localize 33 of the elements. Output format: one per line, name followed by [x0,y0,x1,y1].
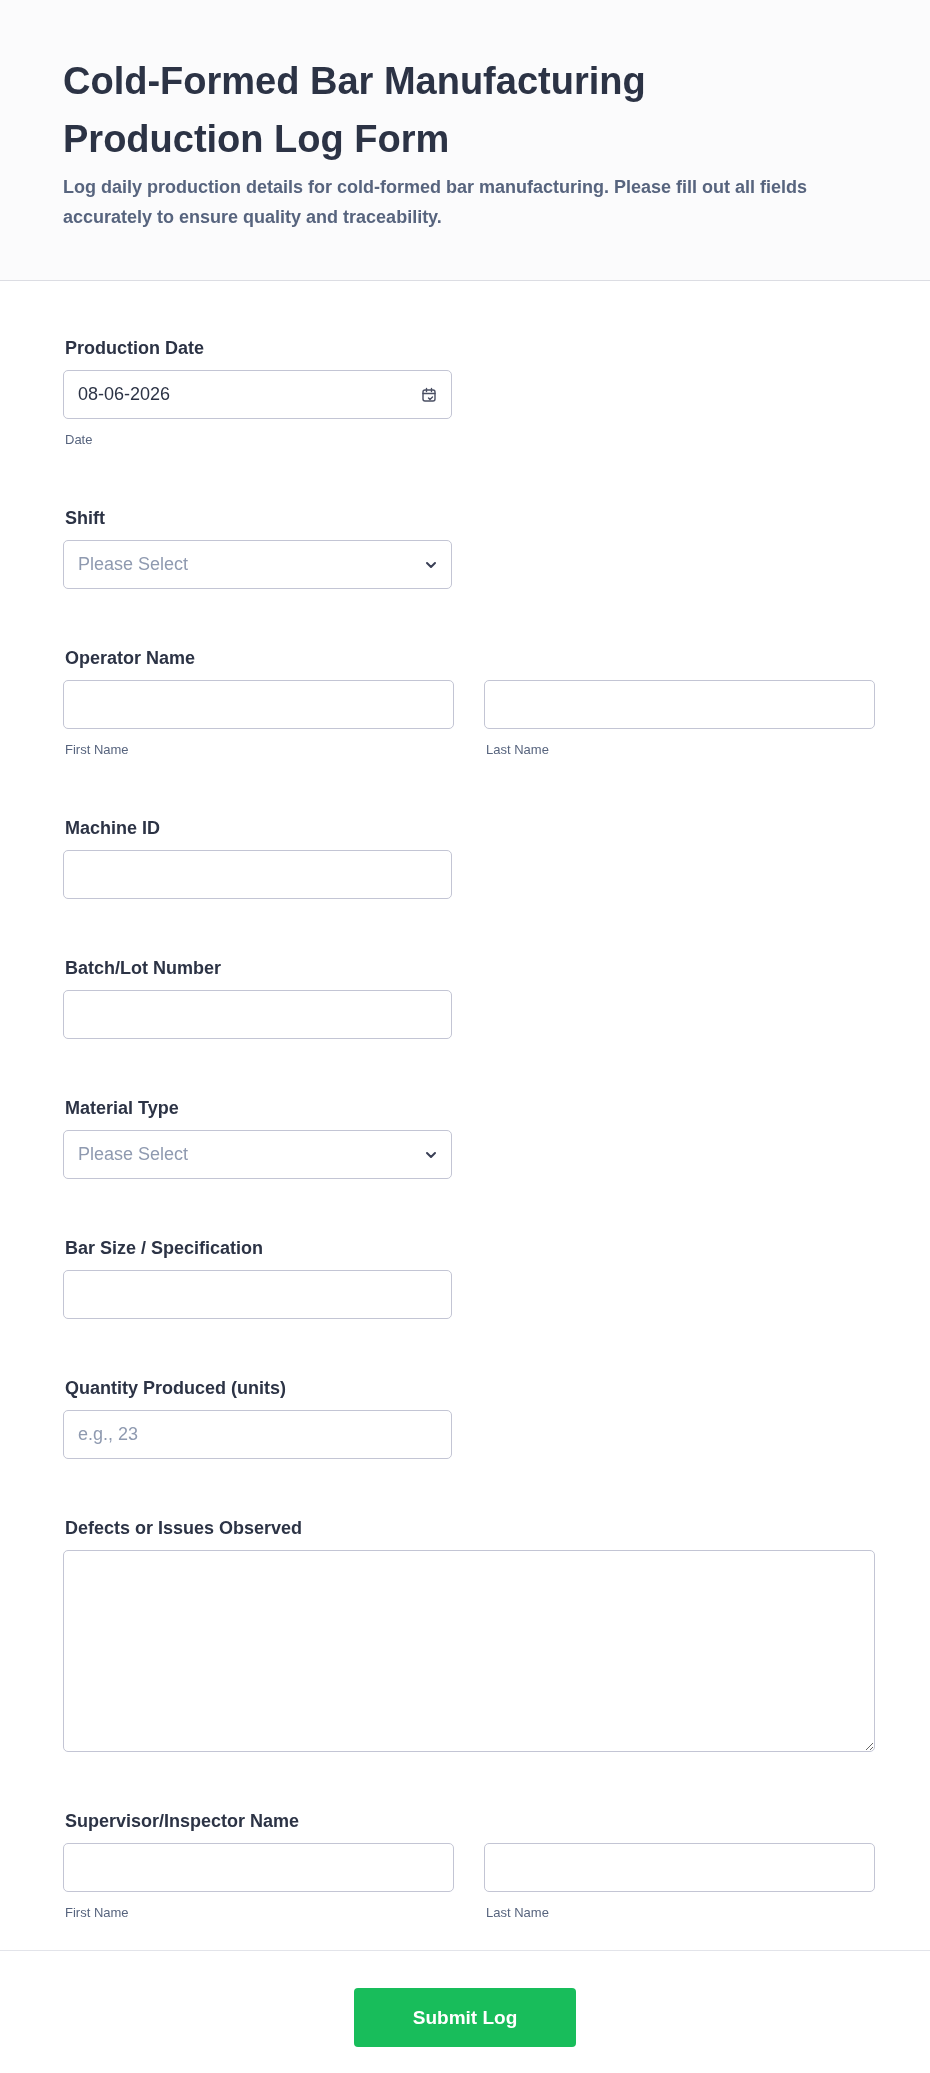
field-label: Supervisor/Inspector Name [65,1810,301,1832]
field-sublabel: Date [65,431,94,449]
text-field[interactable] [484,1843,875,1892]
field-sublabel: First Name [65,1904,130,1922]
text-field[interactable] [63,1270,452,1319]
field-label: Batch/Lot Number [65,957,222,979]
text-field[interactable] [63,850,452,899]
text-field[interactable] [63,990,452,1039]
field-label: Quantity Produced (units) [65,1377,287,1399]
text-field[interactable]: e.g., 23 [63,1410,452,1459]
select-dropdown[interactable]: Please Select [63,540,452,589]
field-label: Defects or Issues Observed [65,1517,304,1539]
submit-button[interactable]: Submit Log [354,1988,576,2047]
date-field[interactable]: 08-06-2026 [63,370,452,419]
text-area[interactable] [63,1550,875,1752]
select-dropdown[interactable]: Please Select [63,1130,452,1179]
field-label: Shift [65,507,106,529]
field-label: Production Date [65,337,205,359]
chevron-down-icon [425,560,437,569]
field-label: Machine ID [65,817,162,839]
field-sublabel: Last Name [486,741,550,759]
field-label: Operator Name [65,647,197,669]
form-description: Log daily production details for cold-formed bar manufacturing. Please fill out all fields accurately to ensure quality and traceability. [63,176,809,229]
text-field[interactable] [63,1843,454,1892]
field-sublabel: First Name [65,741,130,759]
field-label: Material Type [65,1097,180,1119]
chevron-down-icon [425,1150,437,1159]
field-sublabel: Last Name [486,1904,550,1922]
text-field[interactable] [63,680,454,729]
form-title: Cold-Formed Bar Manufacturing Production Log Form [63,59,647,162]
text-field[interactable] [484,680,875,729]
calendar-icon[interactable] [421,386,437,403]
field-label: Bar Size / Specification [65,1237,265,1259]
